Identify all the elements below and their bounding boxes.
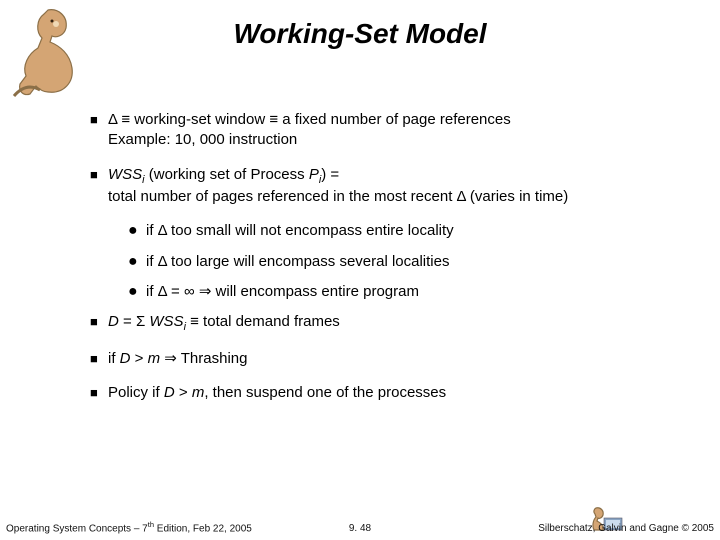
- sub-text: if Δ = ∞ ⇒ will encompass entire program: [146, 282, 650, 302]
- sub-bullet-large: ● if Δ too large will encompass several …: [128, 252, 650, 272]
- bullet-text: if: [108, 350, 120, 367]
- round-bullet-icon: ●: [128, 252, 146, 272]
- bullet-text: ⇒ Thrashing: [160, 350, 247, 367]
- wss-var: WSS: [149, 313, 183, 330]
- bullet-thrashing: ■ if D > m ⇒ Thrashing: [90, 349, 650, 369]
- square-bullet-icon: ■: [90, 349, 108, 369]
- bullet-text: = Σ: [119, 313, 150, 330]
- d-var: D: [164, 384, 175, 401]
- round-bullet-icon: ●: [128, 282, 146, 302]
- bullet-text: Example: 10, 000 instruction: [108, 131, 297, 148]
- slide-content: ■ Δ ≡ working-set window ≡ a fixed numbe…: [90, 110, 650, 417]
- dinosaur-logo-top: [0, 2, 96, 100]
- square-bullet-icon: ■: [90, 383, 108, 403]
- bullet-text: total number of pages referenced in the …: [108, 188, 568, 205]
- bullet-text: Δ ≡ working-set window ≡ a fixed number …: [108, 111, 511, 128]
- sub-bullet-infinite: ● if Δ = ∞ ⇒ will encompass entire progr…: [128, 282, 650, 302]
- footer-copyright: Silberschatz, Galvin and Gagne © 2005: [538, 523, 714, 534]
- d-var: D: [120, 350, 131, 367]
- sub-text: if Δ too small will not encompass entire…: [146, 221, 650, 241]
- sub-text: if Δ too large will encompass several lo…: [146, 252, 650, 272]
- wss-var: WSS: [108, 166, 142, 183]
- bullet-text: , then suspend one of the processes: [204, 384, 446, 401]
- bullet-policy: ■ Policy if D > m, then suspend one of t…: [90, 383, 650, 403]
- bullet-text: >: [175, 384, 192, 401]
- bullet-text: (working set of Process: [145, 166, 309, 183]
- d-var: D: [108, 313, 119, 330]
- square-bullet-icon: ■: [90, 312, 108, 335]
- m-var: m: [192, 384, 205, 401]
- bullet-text: >: [131, 350, 148, 367]
- square-bullet-icon: ■: [90, 165, 108, 208]
- bullet-text: ) =: [321, 166, 339, 183]
- m-var: m: [148, 350, 161, 367]
- bullet-delta-window: ■ Δ ≡ working-set window ≡ a fixed numbe…: [90, 110, 650, 151]
- bullet-d-sum: ■ D = Σ WSSi ≡ total demand frames: [90, 312, 650, 335]
- sub-bullet-small: ● if Δ too small will not encompass enti…: [128, 221, 650, 241]
- bullet-text: Policy if: [108, 384, 164, 401]
- bullet-text: ≡ total demand frames: [186, 313, 340, 330]
- pi-p: P: [309, 166, 319, 183]
- round-bullet-icon: ●: [128, 221, 146, 241]
- square-bullet-icon: ■: [90, 110, 108, 151]
- slide-title: Working-Set Model: [0, 18, 720, 50]
- slide: Working-Set Model ■ Δ ≡ working-set wind…: [0, 0, 720, 540]
- bullet-wss: ■ WSSi (working set of Process Pi) = tot…: [90, 165, 650, 208]
